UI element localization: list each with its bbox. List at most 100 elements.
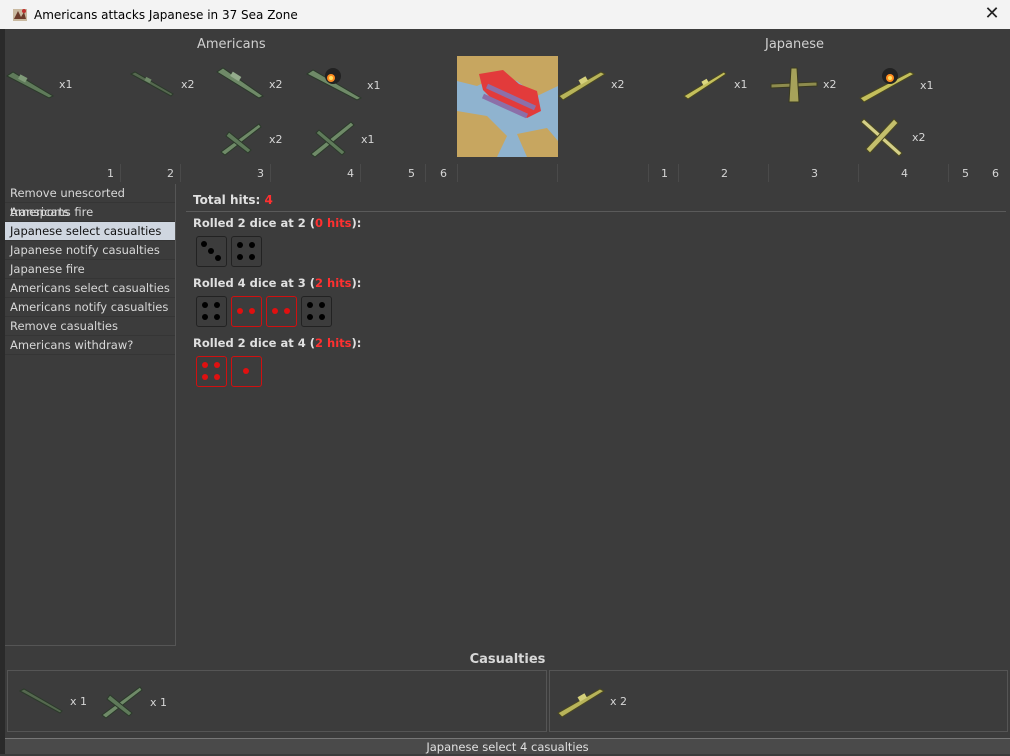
divider <box>186 211 1006 212</box>
us-submarine-icon <box>18 688 63 714</box>
us-damaged-battleship-icon <box>306 68 363 101</box>
defender-column-6: 6 <box>992 167 999 180</box>
column-divider <box>648 164 649 182</box>
die-pip <box>201 301 208 308</box>
jp-fighter-icon <box>860 118 903 157</box>
jp-bomber-icon <box>770 67 818 103</box>
die-pip <box>214 301 221 308</box>
hit-die-icon <box>196 356 227 387</box>
die-pip <box>214 374 221 381</box>
defender-column-3: 3 <box>811 167 818 180</box>
attacker-unit: x2 <box>215 64 283 104</box>
attacker-column-4: 4 <box>347 167 354 180</box>
unit-count: x2 <box>912 130 926 144</box>
dice-row <box>196 356 1006 388</box>
casualty-count: x 1 <box>150 695 168 709</box>
unit-count: x1 <box>59 77 73 91</box>
window-title: Americans attacks Japanese in 37 Sea Zon… <box>34 7 298 22</box>
roll-text: Rolled 4 dice at 3 ( <box>193 276 315 290</box>
step-item[interactable]: Americans fire <box>5 203 175 222</box>
step-item[interactable]: Americans select casualties <box>5 279 175 298</box>
attacker-unit: x1 <box>307 118 375 160</box>
casualties-panel: Casualties x 1 x 1 x 2 <box>5 648 1010 734</box>
triplea-app-icon <box>13 8 27 21</box>
roll-text: Rolled 2 dice at 2 ( <box>193 216 315 230</box>
jp-damaged-battleship-icon <box>859 68 916 103</box>
column-divider <box>457 164 458 182</box>
column-divider <box>270 164 271 182</box>
us-bomber-icon <box>310 121 355 158</box>
attacker-column-5: 5 <box>408 167 415 180</box>
die-pip <box>201 314 208 321</box>
us-fighter-icon <box>220 123 262 156</box>
die-pip <box>201 361 208 368</box>
casualty-count: x 1 <box>70 694 88 708</box>
roll-text-end: ): <box>351 276 362 290</box>
column-divider <box>120 164 121 182</box>
unit-count: x1 <box>920 78 934 92</box>
step-item[interactable]: Remove casualties <box>5 317 175 336</box>
hit-die-icon <box>266 296 297 327</box>
attacker-unit: x2 <box>127 64 195 104</box>
dice-row <box>196 296 1006 328</box>
attacker-unit: x2 <box>215 118 283 160</box>
attacker-column-3: 3 <box>257 167 264 180</box>
die-pip <box>243 368 249 374</box>
die-pip <box>237 308 244 314</box>
die-pip <box>201 241 207 247</box>
defender-unit: x2 <box>557 64 625 104</box>
die-pip <box>319 301 326 308</box>
close-icon[interactable]: ✕ <box>980 2 1004 26</box>
unit-count: x2 <box>181 77 195 91</box>
die-pip <box>249 241 256 248</box>
die-pip <box>201 374 208 381</box>
step-item-selected[interactable]: Japanese select casualties <box>5 222 175 241</box>
casualty-unit: x 1 <box>96 681 167 723</box>
step-item[interactable]: Americans notify casualties <box>5 298 175 317</box>
column-divider <box>180 164 181 182</box>
defender-unit: x1 <box>680 64 748 104</box>
column-divider <box>678 164 679 182</box>
title-bar: Americans attacks Japanese in 37 Sea Zon… <box>0 0 1010 29</box>
die-icon <box>231 236 262 267</box>
roll-line: Rolled 4 dice at 3 (2 hits): <box>193 276 1006 292</box>
step-item[interactable]: Japanese fire <box>5 260 175 279</box>
column-divider <box>768 164 769 182</box>
casualty-unit: x 2 <box>556 681 627 721</box>
die-pip <box>306 301 313 308</box>
roll-text-end: ): <box>351 216 362 230</box>
attacker-unit: x1 <box>305 64 381 106</box>
column-divider <box>858 164 859 182</box>
column-divider <box>557 164 558 182</box>
roll-line: Rolled 2 dice at 2 (0 hits): <box>193 216 1006 232</box>
unit-count: x2 <box>823 77 837 91</box>
casualty-unit: x 1 <box>16 681 87 721</box>
step-item[interactable]: Remove unescorted transports <box>5 184 175 219</box>
us-transport-icon <box>6 71 55 99</box>
total-hits-label: Total hits: <box>193 193 261 207</box>
attacker-column-2: 2 <box>167 167 174 180</box>
die-pip <box>236 254 243 261</box>
die-pip <box>236 241 243 248</box>
die-icon <box>301 296 332 327</box>
jp-transport-icon <box>558 71 607 101</box>
unit-count: x1 <box>367 78 381 92</box>
casualties-title: Casualties <box>469 652 546 667</box>
defender-column-5: 5 <box>962 167 969 180</box>
unit-count: x1 <box>734 77 748 91</box>
roll-hits: 2 hits <box>315 276 352 290</box>
select-casualties-button[interactable]: Japanese select 4 casualties <box>5 738 1010 754</box>
sea-zone-image <box>457 56 558 157</box>
us-submarine-icon <box>129 71 174 97</box>
step-item[interactable]: Japanese notify casualties <box>5 241 175 260</box>
japanese-casualties: x 2 <box>549 670 1008 732</box>
unit-count: x2 <box>611 77 625 91</box>
die-pip <box>208 248 214 254</box>
attacker-column-6: 6 <box>440 167 447 180</box>
defender-unit: x2 <box>769 64 837 104</box>
defender-column-2: 2 <box>721 167 728 180</box>
unit-count: x2 <box>269 132 283 146</box>
defender-column-4: 4 <box>901 167 908 180</box>
die-pip <box>283 308 290 314</box>
step-item[interactable]: Americans withdraw? <box>5 336 175 355</box>
